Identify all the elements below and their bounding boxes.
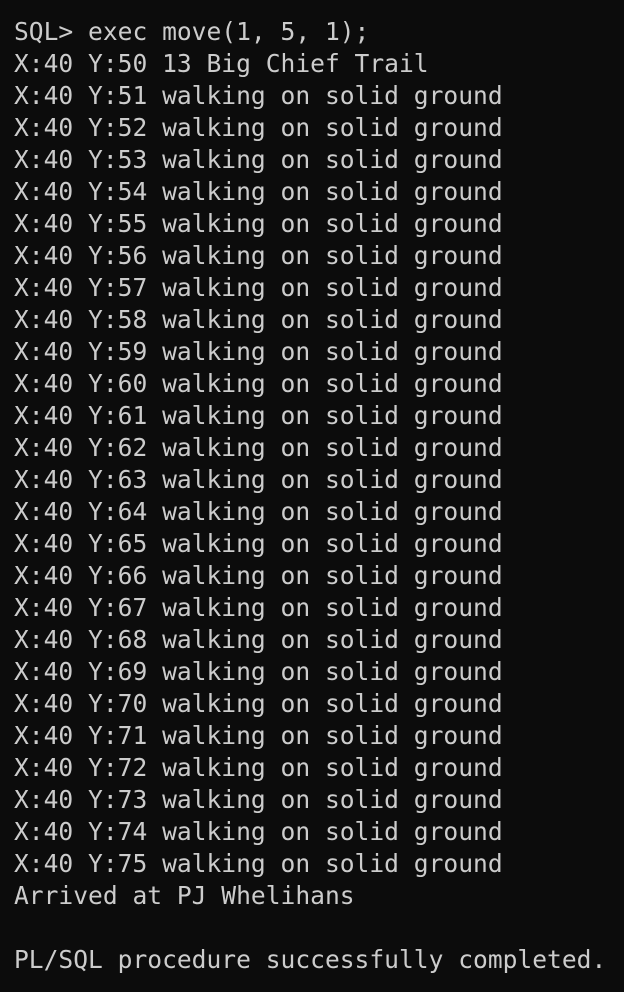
output-line: X:40 Y:61 walking on solid ground (14, 401, 503, 430)
command-line: SQL> exec move(1, 5, 1); (14, 17, 370, 46)
completion-message: PL/SQL procedure successfully completed. (14, 945, 607, 974)
output-line: X:40 Y:64 walking on solid ground (14, 497, 503, 526)
output-line: X:40 Y:58 walking on solid ground (14, 305, 503, 334)
scrollbar[interactable] (618, 0, 624, 992)
output-line: X:40 Y:71 walking on solid ground (14, 721, 503, 750)
output-line: X:40 Y:52 walking on solid ground (14, 113, 503, 142)
output-line: X:40 Y:53 walking on solid ground (14, 145, 503, 174)
output-line: X:40 Y:51 walking on solid ground (14, 81, 503, 110)
output-line: X:40 Y:68 walking on solid ground (14, 625, 503, 654)
output-line: X:40 Y:66 walking on solid ground (14, 561, 503, 590)
output-line: X:40 Y:69 walking on solid ground (14, 657, 503, 686)
output-line: X:40 Y:54 walking on solid ground (14, 177, 503, 206)
output-line: X:40 Y:63 walking on solid ground (14, 465, 503, 494)
output-line: X:40 Y:72 walking on solid ground (14, 753, 503, 782)
terminal-window[interactable]: SQL> exec move(1, 5, 1); X:40 Y:50 13 Bi… (0, 0, 624, 992)
output-line: X:40 Y:70 walking on solid ground (14, 689, 503, 718)
output-line: X:40 Y:67 walking on solid ground (14, 593, 503, 622)
arrival-message: Arrived at PJ Whelihans (14, 881, 355, 910)
output-line: X:40 Y:50 13 Big Chief Trail (14, 49, 429, 78)
output-line: X:40 Y:62 walking on solid ground (14, 433, 503, 462)
output-line: X:40 Y:56 walking on solid ground (14, 241, 503, 270)
output-line: X:40 Y:60 walking on solid ground (14, 369, 503, 398)
output-line: X:40 Y:59 walking on solid ground (14, 337, 503, 366)
output-line: X:40 Y:74 walking on solid ground (14, 817, 503, 846)
output-line: X:40 Y:57 walking on solid ground (14, 273, 503, 302)
output-line: X:40 Y:73 walking on solid ground (14, 785, 503, 814)
output-line: X:40 Y:55 walking on solid ground (14, 209, 503, 238)
output-line: X:40 Y:75 walking on solid ground (14, 849, 503, 878)
output-line: X:40 Y:65 walking on solid ground (14, 529, 503, 558)
